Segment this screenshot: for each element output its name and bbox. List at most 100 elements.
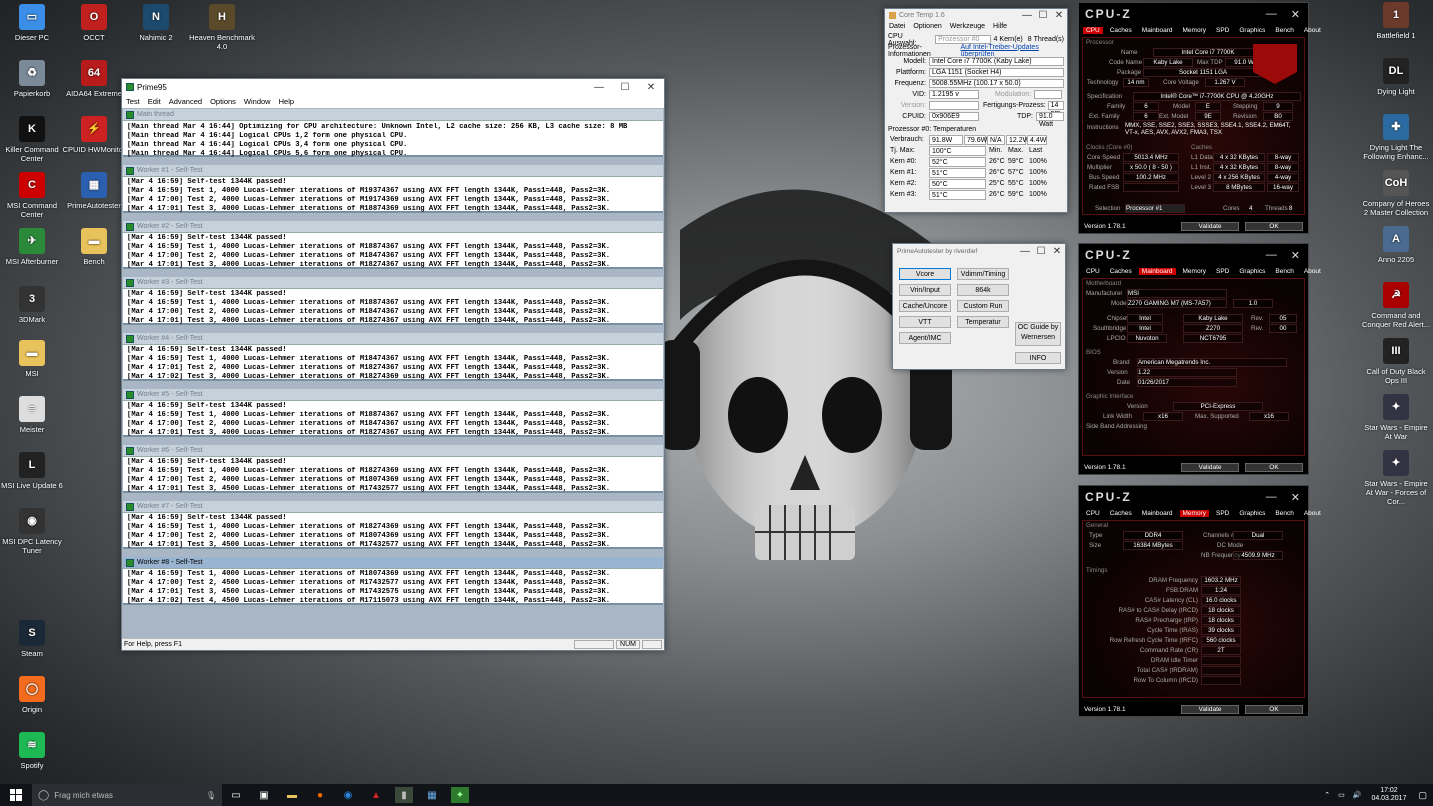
tab-cpu[interactable]: CPU [1083, 26, 1103, 34]
search-box[interactable]: ◯ Frag mich etwas 🎙 [32, 784, 222, 806]
driver-update-link[interactable]: Auf Intel-Treiber-Updates überprüfen [961, 44, 1065, 58]
desktop-shortcut[interactable]: ☭ Command and Conquer Red Alert... [1360, 282, 1432, 329]
desktop-shortcut[interactable]: ▬ MSI [0, 340, 68, 378]
tab-bench[interactable]: Bench [1272, 27, 1296, 34]
tab-graphics[interactable]: Graphics [1236, 268, 1268, 275]
windows-start-icon[interactable] [5, 787, 27, 803]
close-icon[interactable]: ✕ [1049, 246, 1065, 257]
tab-memory[interactable]: Memory [1180, 27, 1209, 34]
desktop-shortcut[interactable]: ≋ Spotify [0, 732, 68, 770]
worker-titlebar[interactable]: Worker #2 - Self-Test [123, 221, 663, 232]
task-view-icon[interactable]: ▭ [227, 787, 245, 803]
test-button-vcore[interactable]: Vcore [899, 268, 951, 280]
prime95-taskbar-icon[interactable]: ✦ [451, 787, 469, 803]
maximize-icon[interactable]: ☐ [1033, 246, 1049, 257]
main-thread-titlebar[interactable]: Main thread [123, 109, 663, 120]
close-icon[interactable]: ✕ [1291, 491, 1300, 504]
autotester-titlebar[interactable]: PrimeAutotester by riverdief — ☐ ✕ [893, 244, 1065, 258]
minimize-icon[interactable]: — [1019, 10, 1035, 21]
minimize-icon[interactable]: — [1266, 8, 1277, 21]
microphone-icon[interactable]: 🎙 [206, 791, 216, 800]
tab-bench[interactable]: Bench [1272, 510, 1296, 517]
tab-bench[interactable]: Bench [1272, 268, 1296, 275]
menu-item-help[interactable]: Help [279, 97, 294, 106]
ok-button[interactable]: OK [1245, 221, 1303, 231]
tab-spd[interactable]: SPD [1213, 510, 1232, 517]
test-button-cache-uncore[interactable]: Cache/Uncore [899, 300, 951, 312]
desktop-shortcut[interactable]: N Nahimic 2 [120, 4, 192, 42]
menu-item-datei[interactable]: Datei [889, 23, 905, 30]
desktop-shortcut[interactable]: ◯ Origin [0, 676, 68, 714]
desktop-shortcut[interactable]: 3 3DMark [0, 286, 68, 324]
primeautotester-taskbar-icon[interactable]: ▦ [423, 787, 441, 803]
test-button-vtt[interactable]: VTT [899, 316, 951, 328]
desktop-shortcut[interactable]: CoH Company of Heroes 2 Master Collection [1360, 170, 1432, 217]
worker-titlebar[interactable]: Worker #4 - Self-Test [123, 333, 663, 344]
menu-item-werkzeuge[interactable]: Werkzeuge [950, 23, 985, 30]
test-button-864k[interactable]: 864k [957, 284, 1009, 296]
firefox-icon[interactable]: ● [311, 787, 329, 803]
menu-item-advanced[interactable]: Advanced [169, 97, 202, 106]
desktop-shortcut[interactable]: ✚ Dying Light The Following Enhanc... [1360, 114, 1432, 161]
oc-guide-button[interactable]: OC Guide by Wernersen [1015, 322, 1061, 346]
minimize-icon[interactable]: — [1266, 249, 1277, 262]
test-button-temperatur[interactable]: Temperatur [957, 316, 1009, 328]
tab-graphics[interactable]: Graphics [1236, 510, 1268, 517]
tab-mainboard[interactable]: Mainboard [1139, 27, 1176, 34]
tab-about[interactable]: About [1301, 510, 1324, 517]
worker-titlebar[interactable]: Worker #7 - Self-Test [123, 501, 663, 512]
tab-graphics[interactable]: Graphics [1236, 27, 1268, 34]
ok-button[interactable]: OK [1245, 462, 1303, 472]
test-button-agent-imc[interactable]: Agent/IMC [899, 332, 951, 344]
desktop-shortcut[interactable]: S Steam [0, 620, 68, 658]
chevron-up-icon[interactable]: ⌃ [1324, 791, 1330, 799]
validate-button[interactable]: Validate [1181, 462, 1239, 472]
clock[interactable]: 17:02 04.03.2017 [1371, 787, 1406, 803]
desktop-shortcut[interactable]: 64 AIDA64 Extreme [58, 60, 130, 98]
tab-caches[interactable]: Caches [1107, 510, 1135, 517]
store-icon[interactable]: ▣ [255, 787, 273, 803]
info-button[interactable]: INFO [1015, 352, 1061, 364]
aida64-taskbar-icon[interactable]: ▲ [367, 787, 385, 803]
desktop-shortcut[interactable]: ≡ Meister [0, 396, 68, 434]
tab-spd[interactable]: SPD [1213, 27, 1232, 34]
coretemp-taskbar-icon[interactable]: ▮ [395, 787, 413, 803]
desktop-shortcut[interactable]: ⚡ CPUID HWMonitor [58, 116, 130, 154]
tab-memory[interactable]: Memory [1179, 509, 1209, 517]
desktop-shortcut[interactable]: ▬ Bench [58, 228, 130, 266]
desktop-shortcut[interactable]: 1 Battlefield 1 [1360, 2, 1432, 40]
desktop-shortcut[interactable]: ✦ Star Wars - Empire At War - Forces of C… [1360, 450, 1432, 506]
close-icon[interactable]: ✕ [638, 82, 664, 93]
test-button-custom-run[interactable]: Custom Run [957, 300, 1009, 312]
tab-about[interactable]: About [1301, 27, 1324, 34]
cpuz-titlebar[interactable]: CPU-Z — ✕ [1079, 244, 1308, 266]
tab-cpu[interactable]: CPU [1083, 510, 1103, 517]
test-button-vrin-input[interactable]: Vrin/Input [899, 284, 951, 296]
menu-item-optionen[interactable]: Optionen [913, 23, 941, 30]
worker-titlebar[interactable]: Worker #5 - Self-Test [123, 389, 663, 400]
desktop-shortcut[interactable]: A Anno 2205 [1360, 226, 1432, 264]
worker-titlebar[interactable]: Worker #1 - Self-Test [123, 165, 663, 176]
tab-spd[interactable]: SPD [1213, 268, 1232, 275]
menu-item-options[interactable]: Options [210, 97, 236, 106]
desktop-shortcut[interactable]: H Heaven Benchmark 4.0 [186, 4, 258, 51]
desktop-shortcut[interactable]: ✦ Star Wars - Empire At War [1360, 394, 1432, 441]
menu-item-window[interactable]: Window [244, 97, 271, 106]
desktop-shortcut[interactable]: ▦ PrimeAutotester [58, 172, 130, 210]
minimize-icon[interactable]: — [1266, 491, 1277, 504]
worker-titlebar[interactable]: Worker #6 - Self-Test [123, 445, 663, 456]
cpuz-titlebar[interactable]: CPU-Z — ✕ [1079, 3, 1308, 25]
network-icon[interactable]: ▭ [1338, 791, 1345, 799]
tab-about[interactable]: About [1301, 268, 1324, 275]
tab-mainboard[interactable]: Mainboard [1138, 267, 1176, 275]
thunderbird-icon[interactable]: ◉ [339, 787, 357, 803]
menu-item-test[interactable]: Test [126, 97, 140, 106]
coretemp-titlebar[interactable]: Core Temp 1.6 — ☐ ✕ [885, 9, 1067, 21]
close-icon[interactable]: ✕ [1291, 8, 1300, 21]
notifications-icon[interactable]: ▢ [1418, 790, 1427, 801]
cpuz-titlebar[interactable]: CPU-Z — ✕ [1079, 486, 1308, 508]
validate-button[interactable]: Validate [1181, 704, 1239, 714]
minimize-icon[interactable]: — [1017, 246, 1033, 257]
close-icon[interactable]: ✕ [1051, 10, 1067, 21]
tab-memory[interactable]: Memory [1180, 268, 1209, 275]
